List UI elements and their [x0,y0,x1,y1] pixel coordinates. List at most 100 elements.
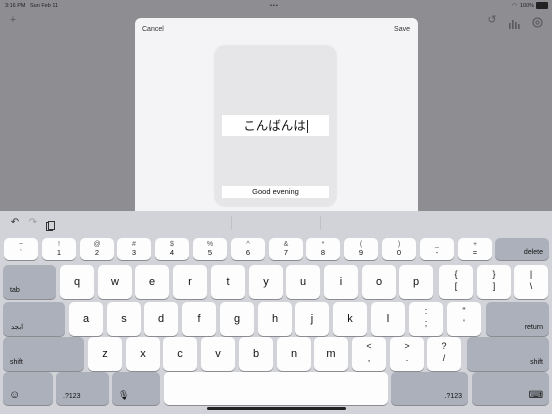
key-;[interactable]: :; [409,302,443,336]
key-3[interactable]: #3 [117,238,151,260]
key-'[interactable]: " ' [447,302,481,336]
multitasking-dots-icon[interactable]: ••• [270,3,279,9]
wifi-icon: ◠ [512,3,517,9]
cancel-button[interactable]: Cancel [142,26,164,33]
key-u[interactable]: u [286,265,320,299]
key-g[interactable]: g [220,302,254,336]
key-label: m [326,348,336,360]
key-s[interactable]: s [107,302,141,336]
tab-key[interactable]: tab [3,265,56,299]
key-n[interactable]: n [277,337,311,371]
key-r[interactable]: r [173,265,207,299]
card-text-field[interactable]: こんばんは [222,115,329,136]
hide-keyboard-key[interactable]: ⌨ [472,372,549,405]
key-7[interactable]: & 7 [269,238,303,260]
space-bar[interactable] [164,372,388,405]
chart-icon[interactable] [508,16,520,29]
key-label: v [215,348,221,360]
key-bottom-label: \ [529,281,533,291]
key-5[interactable]: % 5 [193,238,227,260]
key-p[interactable]: p [399,265,433,299]
key-z[interactable]: z [88,337,122,371]
key-label: y [263,276,269,288]
language-key[interactable]: ابجد [3,302,65,336]
edit-sheet: Cancel Save こんばんは Good evening [135,18,418,218]
keyboard: ↶ ↷ ~ `! 1 @2 #3 $4% 5 ^ 6 & 7 * 8(9) 0 _ - + = delete tab q… [0,211,552,414]
key-d[interactable]: d [144,302,178,336]
key-label: i [339,276,343,288]
key-`[interactable]: ~ ` [4,238,38,260]
flash-card: こんばんは Good evening [215,46,336,206]
key-l[interactable]: l [371,302,405,336]
tab-label: tab [10,287,20,294]
key-0[interactable]: ) 0 [382,238,416,260]
key-label: z [102,348,108,360]
return-label: return [524,324,543,331]
key-a[interactable]: a [69,302,103,336]
key-q[interactable]: q [60,265,94,299]
key-t[interactable]: t [211,265,245,299]
undo-icon[interactable]: ↺ [486,15,498,26]
settings-icon[interactable] [532,15,543,28]
key-v[interactable]: v [201,337,235,371]
shift-key-right[interactable]: shift [467,337,549,371]
numbers-label: .?123 [444,393,462,400]
key-=[interactable]: + = [458,238,492,260]
key-w[interactable]: w [98,265,132,299]
dictation-key[interactable]: 🎙 [112,372,160,405]
key-\[interactable]: | \ [514,265,548,299]
key-/[interactable]: ? / [427,337,461,371]
key-e[interactable]: e [135,265,169,299]
delete-label: delete [523,249,543,256]
key-c[interactable]: c [163,337,197,371]
key-label: o [375,276,383,288]
key-9[interactable]: (9 [344,238,378,260]
save-button[interactable]: Save [394,26,410,33]
key-x[interactable]: x [126,337,160,371]
key-j[interactable]: j [295,302,329,336]
key-bottom-label: 6 [245,248,251,257]
home-indicator[interactable] [207,407,346,410]
key-y[interactable]: y [249,265,283,299]
numbers-key-left[interactable]: .?123 [56,372,109,405]
key-.[interactable]: >. [390,337,424,371]
key-4[interactable]: $4 [155,238,189,260]
key-f[interactable]: f [182,302,216,336]
key-2[interactable]: @2 [80,238,114,260]
key-bottom-label: 9 [358,248,364,257]
key-bottom-label: ' [463,318,465,328]
key-h[interactable]: h [258,302,292,336]
key-bottom-label: 8 [320,248,326,257]
key-i[interactable]: i [324,265,358,299]
key-label: l [386,313,390,325]
return-key[interactable]: return [486,302,549,336]
key--[interactable]: _ - [420,238,454,260]
key-[[interactable]: {[ [439,265,473,299]
key-6[interactable]: ^ 6 [231,238,265,260]
key-top-label: > [404,341,410,351]
numbers-key-right[interactable]: .?123 [391,372,468,405]
shift-key-left[interactable]: shift [3,337,84,371]
delete-key[interactable]: delete [495,238,549,260]
key-bottom-label: . [405,353,409,363]
emoji-key[interactable]: ☺ [3,372,53,405]
key-,[interactable]: <, [352,337,386,371]
key-top-label: } [492,269,496,279]
language-label: ابجد [11,324,24,331]
key-label: j [310,313,314,325]
status-time: 3:16 PM [5,3,26,9]
key-k[interactable]: k [333,302,367,336]
key-bottom-label: = [472,248,478,257]
key-1[interactable]: ! 1 [42,238,76,260]
key-][interactable]: }] [477,265,511,299]
key-8[interactable]: * 8 [306,238,340,260]
key-o[interactable]: o [362,265,396,299]
card-caption-field[interactable]: Good evening [222,186,329,198]
key-b[interactable]: b [239,337,273,371]
emoji-icon: ☺ [9,389,21,401]
keyboard-dismiss-icon: ⌨ [528,390,543,401]
key-m[interactable]: m [314,337,348,371]
plus-icon[interactable]: + [8,15,18,26]
key-bottom-label: ; [424,318,428,328]
key-bottom-label: 0 [396,248,402,257]
